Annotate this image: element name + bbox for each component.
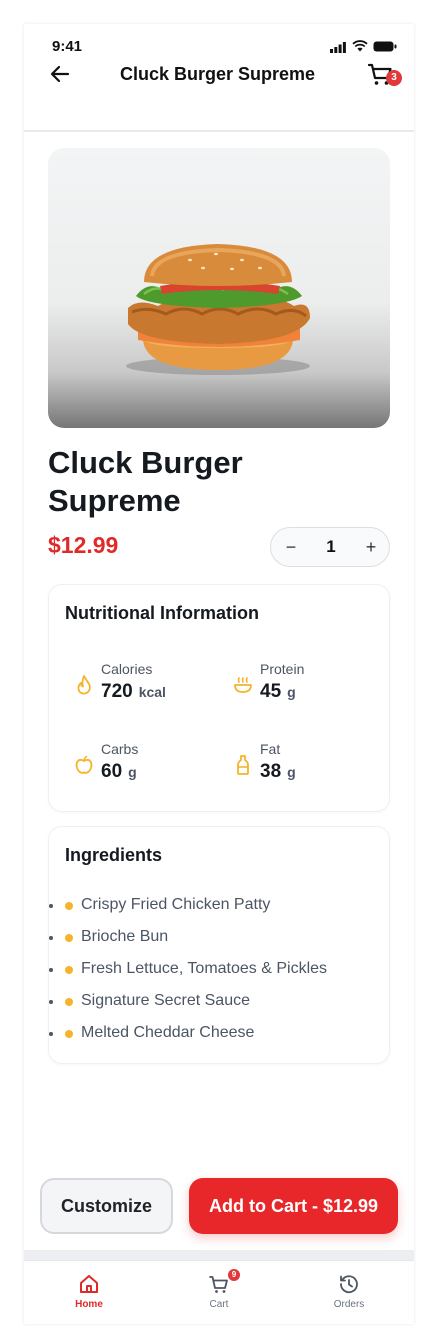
bowl-icon <box>234 677 252 693</box>
burger-illustration <box>126 244 310 375</box>
nutrition-label: Protein <box>260 661 305 677</box>
history-icon <box>340 1275 358 1294</box>
home-icon <box>80 1275 98 1293</box>
page-title: Cluck Burger Supreme <box>120 64 316 84</box>
ingredient-label: Crispy Fried Chicken Patty <box>81 896 271 913</box>
ingredients-title: Ingredients <box>65 845 163 865</box>
tab-label: Cart <box>209 1299 229 1310</box>
ingredient-dot <box>65 966 73 974</box>
nutrition-item-fat: Fat 38 g <box>232 741 382 791</box>
tab-label: Orders <box>333 1299 365 1310</box>
nutrition-item-protein: Protein 45 g <box>232 661 382 711</box>
cart-tab-badge: 9 <box>228 1269 240 1281</box>
nutrition-item-carbs: Carbs 60 g <box>73 741 223 791</box>
battery-icon <box>373 41 397 52</box>
quantity-value: 1 <box>326 537 336 556</box>
ingredient-item: Fresh Lettuce, Tomatoes & Pickles <box>49 957 379 989</box>
tab-orders[interactable]: Orders <box>299 1269 399 1319</box>
add-to-cart-button[interactable]: Add to Cart - $12.99 <box>189 1178 398 1234</box>
status-time: 9:41 <box>52 38 83 55</box>
tab-cart[interactable]: 9 Cart <box>169 1269 269 1319</box>
tab-label: Home <box>75 1299 103 1310</box>
nutrition-value: 38 g <box>260 761 296 782</box>
ingredient-item: Crispy Fried Chicken Patty <box>49 893 379 925</box>
quantity-stepper: − 1 + <box>270 527 390 567</box>
decrease-quantity-button[interactable]: − <box>281 537 301 557</box>
phone-frame: 9:41 Cluck Burger Supreme 3 Cluck Burger… <box>24 24 414 1324</box>
nutrition-value: 45 g <box>260 681 296 702</box>
nutrition-title: Nutritional Information <box>65 603 259 623</box>
ingredients-card: Ingredients Crispy Fried Chicken Patty B… <box>48 826 390 1064</box>
ingredient-item: Melted Cheddar Cheese <box>49 1021 379 1053</box>
nutrition-unit: g <box>287 764 296 780</box>
ingredient-label: Brioche Bun <box>81 928 169 945</box>
nutrition-label: Fat <box>260 741 281 757</box>
ingredient-label: Fresh Lettuce, Tomatoes & Pickles <box>81 960 328 977</box>
signal-icon <box>330 42 346 53</box>
cart-icon <box>209 1276 228 1293</box>
nutrition-label: Carbs <box>101 741 139 757</box>
nutrition-unit: g <box>128 764 137 780</box>
increase-quantity-button[interactable]: + <box>361 537 381 557</box>
ingredient-dot <box>65 998 73 1006</box>
nutrition-unit: kcal <box>138 684 166 700</box>
ingredient-item: Brioche Bun <box>49 925 379 957</box>
ingredient-dot <box>65 1030 73 1038</box>
apple-icon <box>75 755 93 774</box>
ingredient-label: Melted Cheddar Cheese <box>81 1024 255 1041</box>
product-image <box>48 148 390 428</box>
bottom-divider <box>24 1250 414 1260</box>
nutrition-unit: g <box>287 684 296 700</box>
nutrition-item-calories: Calories 720 kcal <box>73 661 223 711</box>
list-bullet <box>49 968 53 972</box>
ingredient-label: Signature Secret Sauce <box>81 992 250 1009</box>
nutrition-card: Nutritional Information Calories 720 kcal… <box>48 584 390 812</box>
bottle-icon <box>237 755 249 775</box>
tab-home[interactable]: Home <box>39 1269 139 1319</box>
nutrition-value: 720 kcal <box>101 681 166 702</box>
list-bullet <box>49 1000 53 1004</box>
bottom-tab-bar: Home 9 Cart Orders <box>24 1260 414 1324</box>
ingredient-dot <box>65 934 73 942</box>
product-price: $12.99 <box>48 532 119 558</box>
flame-icon <box>77 675 91 695</box>
list-bullet <box>49 1032 53 1036</box>
nutrition-label: Calories <box>101 661 153 677</box>
ingredient-item: Signature Secret Sauce <box>49 989 379 1021</box>
customize-button[interactable]: Customize <box>40 1178 173 1234</box>
back-arrow-icon[interactable] <box>48 62 72 86</box>
ingredients-list: Crispy Fried Chicken Patty Brioche Bun F… <box>49 893 379 1053</box>
wifi-icon <box>352 40 368 52</box>
list-bullet <box>49 904 53 908</box>
nutrition-value: 60 g <box>101 761 137 782</box>
ingredient-dot <box>65 902 73 910</box>
product-name: Cluck Burger Supreme <box>48 445 243 518</box>
list-bullet <box>49 936 53 940</box>
cart-count-badge: 3 <box>386 70 402 86</box>
